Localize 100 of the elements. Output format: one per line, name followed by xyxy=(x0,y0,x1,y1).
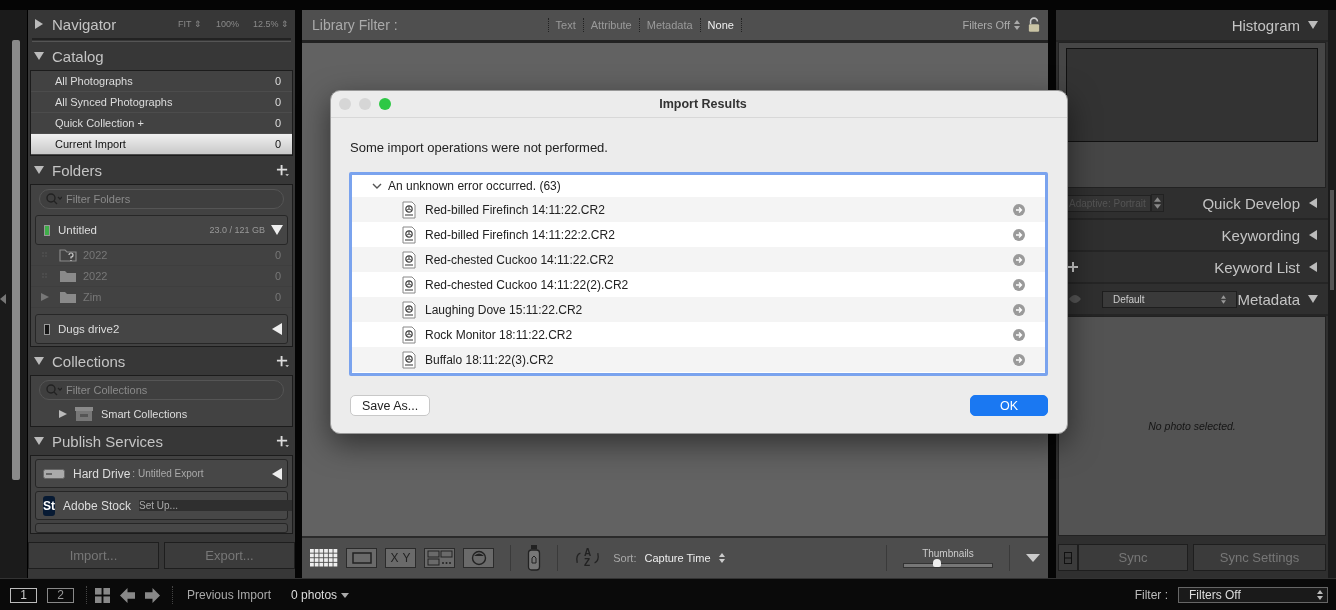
file-row[interactable]: Red-chested Cuckoo 14:11:22(2).CR2 xyxy=(352,272,1045,297)
file-row[interactable]: Rock Monitor 18:11:22.CR2 xyxy=(352,322,1045,347)
arrow-circle-icon[interactable] xyxy=(1013,278,1025,291)
raw-file-icon xyxy=(402,250,416,269)
empty-message: No photo selected. xyxy=(1148,420,1236,432)
loupe-view-button[interactable] xyxy=(346,548,377,568)
panel-title[interactable]: Publish Services xyxy=(52,432,163,450)
collapse-triangle-icon[interactable] xyxy=(34,51,44,61)
source-label[interactable]: Previous Import xyxy=(187,588,272,602)
filter-placeholder: Filter Collections xyxy=(66,384,148,396)
eye-icon xyxy=(1068,294,1082,304)
panel-title[interactable]: Navigator xyxy=(52,15,117,33)
filter-dropdown[interactable]: Filters Off xyxy=(1178,587,1328,603)
catalog-item[interactable]: Current Import 0 xyxy=(31,134,292,155)
grid-icon[interactable] xyxy=(95,587,110,603)
collapse-triangle-icon[interactable] xyxy=(271,224,283,236)
panel-title[interactable]: Histogram xyxy=(1231,16,1300,34)
add-icon[interactable] xyxy=(276,163,289,177)
catalog-item[interactable]: All Photographs 0 xyxy=(31,71,292,92)
zoom-option[interactable]: FIT ⇕ xyxy=(178,19,202,29)
collection-set[interactable]: Smart Collections xyxy=(31,404,292,424)
forward-arrow-icon[interactable] xyxy=(145,587,160,603)
back-arrow-icon[interactable] xyxy=(120,587,135,603)
survey-view-button[interactable] xyxy=(424,548,455,568)
filter-tab[interactable]: None xyxy=(707,19,734,31)
sort-dropdown[interactable]: Capture Time xyxy=(644,552,711,564)
arrow-circle-icon[interactable] xyxy=(1013,253,1025,266)
grid-view-button[interactable] xyxy=(310,549,338,567)
metadata-preset-dropdown[interactable]: Default xyxy=(1101,290,1238,308)
raw-file-icon xyxy=(402,200,416,219)
lock-icon[interactable] xyxy=(1028,17,1040,33)
collapse-arrow-icon[interactable] xyxy=(0,294,6,304)
screen-button[interactable]: 1 xyxy=(10,587,37,603)
file-row[interactable]: Red-chested Cuckoo 14:11:22.CR2 xyxy=(352,247,1045,272)
add-icon[interactable] xyxy=(1068,262,1078,272)
spray-can-icon[interactable] xyxy=(527,545,541,571)
panel-title[interactable]: Quick Develop xyxy=(1202,194,1300,212)
file-row[interactable]: Buffalo 18:11:22(3).CR2 xyxy=(352,347,1045,372)
expand-triangle-icon[interactable] xyxy=(1308,262,1318,272)
expand-triangle-icon[interactable] xyxy=(271,467,283,480)
volume-bar[interactable]: Untitled 23.0 / 121 GB xyxy=(35,215,288,245)
panel-title[interactable]: Collections xyxy=(52,352,126,370)
collapse-triangle-icon[interactable] xyxy=(1308,294,1318,304)
filter-preset-dropdown[interactable]: Filters Off xyxy=(962,19,1010,31)
auto-sync-switch[interactable] xyxy=(1058,544,1078,571)
screen-button[interactable]: 2 xyxy=(47,587,74,603)
dialog-button[interactable]: OK xyxy=(970,395,1048,416)
file-name: Laughing Dove 15:11:22.CR2 xyxy=(425,302,583,317)
panel-title[interactable]: Metadata xyxy=(1237,290,1301,308)
panel-title[interactable]: Keywording xyxy=(1221,226,1300,244)
arrow-circle-icon[interactable] xyxy=(1013,353,1025,366)
raw-file-icon xyxy=(402,300,416,319)
file-row[interactable]: Laughing Dove 15:11:22.CR2 xyxy=(352,297,1045,322)
publish-service[interactable]: Hard Drive : Untitled Export xyxy=(35,459,288,488)
service-detail: : Untitled Export xyxy=(132,468,204,479)
panel-title[interactable]: Catalog xyxy=(52,47,104,65)
stock-logo: St xyxy=(43,495,55,516)
file-row[interactable]: Red-billed Firefinch 14:11:22:2.CR2 xyxy=(352,222,1045,247)
panel-title[interactable]: Folders xyxy=(52,161,103,179)
file-row[interactable]: Red-billed Firefinch 14:11:22.CR2 xyxy=(352,197,1045,222)
collapse-triangle-icon[interactable] xyxy=(1308,20,1318,30)
catalog-item[interactable]: All Synced Photographs 0 xyxy=(31,92,292,113)
expand-triangle-icon[interactable] xyxy=(34,19,44,29)
toolbar-menu-icon[interactable] xyxy=(1026,554,1040,562)
zoom-option[interactable]: 12.5% ⇕ xyxy=(252,19,289,29)
collapse-triangle-icon[interactable] xyxy=(34,436,44,446)
item-name: Quick Collection + xyxy=(55,117,144,129)
expand-triangle-icon[interactable] xyxy=(1308,198,1318,208)
error-group[interactable]: An unknown error occurred. (63) xyxy=(352,175,1045,197)
hard-drive-icon xyxy=(43,468,65,479)
expand-triangle-icon[interactable] xyxy=(271,323,283,335)
toggle-icon xyxy=(1064,551,1072,564)
add-icon[interactable] xyxy=(276,434,289,448)
file-name: Rock Monitor 18:11:22.CR2 xyxy=(425,327,573,342)
dialog-button[interactable]: Save As... xyxy=(350,395,431,416)
volume-name: Dugs drive2 xyxy=(58,323,120,335)
search-icon xyxy=(46,193,62,205)
arrow-circle-icon[interactable] xyxy=(1013,303,1025,316)
service-detail: Set Up... xyxy=(139,500,292,511)
panel-title[interactable]: Keyword List xyxy=(1214,258,1300,276)
collapse-triangle-icon[interactable] xyxy=(34,165,44,175)
photo-count-dropdown[interactable]: 0 photos xyxy=(291,588,338,602)
chevron-down-icon[interactable] xyxy=(372,183,382,189)
arrow-circle-icon[interactable] xyxy=(1013,328,1025,341)
scrollbar[interactable] xyxy=(12,40,20,480)
volume-name: Untitled xyxy=(58,224,97,236)
add-icon[interactable] xyxy=(276,354,289,368)
people-view-button[interactable] xyxy=(463,548,494,568)
arrow-circle-icon[interactable] xyxy=(1013,228,1025,241)
scrollbar[interactable] xyxy=(1330,190,1334,290)
volume-bar[interactable]: Dugs drive2 xyxy=(35,314,288,344)
arrow-circle-icon[interactable] xyxy=(1013,203,1025,216)
zoom-option[interactable]: 100% xyxy=(215,19,239,29)
expand-triangle-icon[interactable] xyxy=(59,410,67,418)
item-count: 0 xyxy=(274,96,281,108)
filter-placeholder: Filter Folders xyxy=(66,193,131,205)
collapse-triangle-icon[interactable] xyxy=(34,356,44,366)
raw-file-icon xyxy=(402,225,416,244)
slider-thumb[interactable] xyxy=(932,559,941,567)
expand-triangle-icon[interactable] xyxy=(1308,230,1318,240)
